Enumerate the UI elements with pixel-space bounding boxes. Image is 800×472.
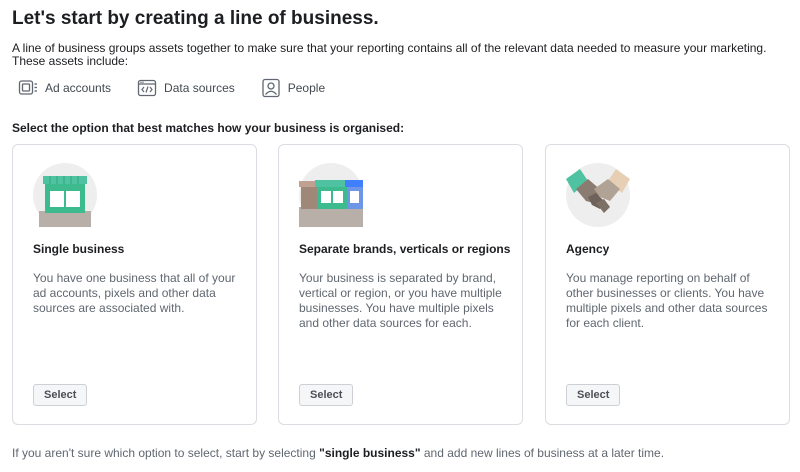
asset-data-sources: Data sources [137, 79, 235, 97]
asset-ad-accounts: Ad accounts [18, 79, 111, 97]
option-description: You manage reporting on behalf of other … [566, 271, 768, 330]
ad-accounts-icon [18, 80, 37, 95]
select-agency-button[interactable]: Select [566, 384, 621, 406]
option-card-separate-brands[interactable]: Separate brands, verticals or regions Yo… [278, 144, 523, 425]
multiple-storefronts-icon [299, 163, 363, 227]
page-title: Let's start by creating a line of busine… [12, 8, 379, 29]
option-title: Single business [33, 242, 125, 256]
option-title: Agency [566, 242, 610, 256]
select-separate-brands-button[interactable]: Select [299, 384, 354, 406]
single-storefront-icon [33, 163, 97, 227]
asset-label: People [287, 81, 326, 95]
select-single-business-button[interactable]: Select [33, 384, 88, 406]
intro-text: A line of business groups assets togethe… [12, 41, 767, 68]
asset-types-list: Ad accounts Data sources People [18, 78, 351, 98]
option-prompt: Select the option that best matches how … [12, 121, 405, 135]
asset-label: Data sources [164, 81, 235, 95]
option-description: Your business is separated by brand, ver… [299, 271, 502, 330]
option-title: Separate brands, verticals or regions [299, 242, 511, 256]
handshake-icon [566, 163, 630, 227]
data-sources-icon [137, 79, 157, 97]
help-note-text-end: and add new lines of business at a later… [420, 446, 665, 460]
help-note: If you aren't sure which option to selec… [12, 446, 664, 460]
option-card-agency[interactable]: Agency You manage reporting on behalf of… [545, 144, 790, 425]
asset-people: People [261, 78, 325, 98]
option-description: You have one business that all of your a… [33, 271, 236, 315]
asset-label: Ad accounts [45, 81, 112, 95]
option-card-single-business[interactable]: Single business You have one business th… [12, 144, 257, 425]
help-note-emphasis: "single business" [319, 446, 421, 460]
help-note-text: If you aren't sure which option to selec… [12, 446, 320, 460]
people-icon [262, 78, 280, 98]
